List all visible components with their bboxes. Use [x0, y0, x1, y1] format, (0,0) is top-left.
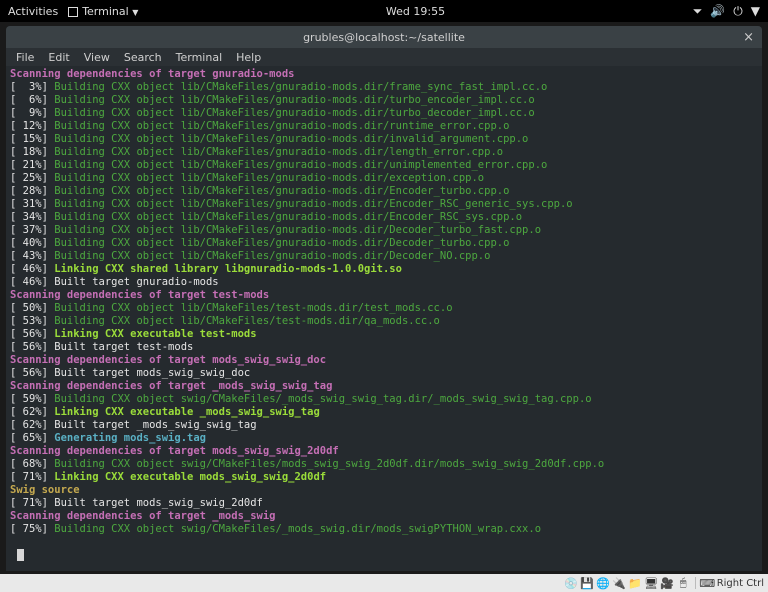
tray-usb-icon[interactable]: 🔌	[613, 577, 626, 590]
menu-edit[interactable]: Edit	[42, 50, 75, 65]
tray-keyboard-icon[interactable]: ⌨	[701, 577, 714, 590]
tray-shared-icon[interactable]: 📁	[629, 577, 642, 590]
tray-separator	[695, 577, 696, 589]
tray-disk-icon[interactable]: 💿	[565, 577, 578, 590]
terminal-output[interactable]: Scanning dependencies of target gnuradio…	[6, 66, 762, 571]
vm-statusbar: 💿 💾 🌐 🔌 📁 🖥 🎥 🖱 ⌨ Right Ctrl	[0, 574, 768, 592]
network-icon[interactable]: ⏷	[693, 4, 703, 19]
window-title: grubles@localhost:~/satellite	[303, 31, 465, 44]
tray-display-icon[interactable]: 🖥	[645, 577, 658, 590]
menu-view[interactable]: View	[78, 50, 116, 65]
terminal-cursor	[17, 549, 24, 561]
terminal-icon	[68, 7, 78, 17]
menu-search[interactable]: Search	[118, 50, 168, 65]
clock[interactable]: Wed 19:55	[138, 5, 692, 18]
window-titlebar[interactable]: grubles@localhost:~/satellite ×	[6, 26, 762, 48]
terminal-app-indicator[interactable]: Terminal ▼	[68, 5, 138, 18]
tray-net-icon[interactable]: 🌐	[597, 577, 610, 590]
power-icon[interactable]: ⏻	[733, 4, 743, 19]
tray-mouse-icon[interactable]: 🖱	[677, 577, 690, 590]
menu-terminal[interactable]: Terminal	[170, 50, 229, 65]
activities-button[interactable]: Activities	[8, 5, 58, 18]
close-button[interactable]: ×	[743, 30, 754, 45]
gnome-topbar: Activities Terminal ▼ Wed 19:55 ⏷ 🔊 ⏻ ▼	[0, 0, 768, 22]
chevron-down-icon[interactable]: ▼	[751, 4, 760, 18]
menu-file[interactable]: File	[10, 50, 40, 65]
tray-record-icon[interactable]: 🎥	[661, 577, 674, 590]
menubar: File Edit View Search Terminal Help	[6, 48, 762, 66]
menu-help[interactable]: Help	[230, 50, 267, 65]
volume-icon[interactable]: 🔊	[710, 4, 725, 18]
tray-hdd-icon[interactable]: 💾	[581, 577, 594, 590]
host-key-label: Right Ctrl	[717, 578, 764, 589]
terminal-window: grubles@localhost:~/satellite × File Edi…	[6, 26, 762, 571]
